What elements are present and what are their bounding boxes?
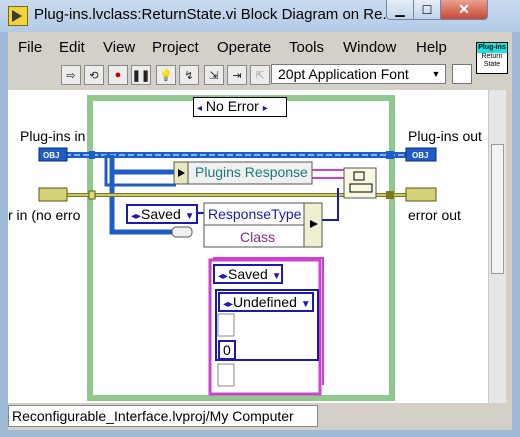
plugins-response-label: Plugins Response	[195, 164, 308, 180]
step-out-icon[interactable]: ⇱	[250, 65, 270, 85]
menu-edit[interactable]: Edit	[59, 39, 85, 56]
pause-icon[interactable]: ❚❚	[131, 65, 151, 85]
window-title: Plug-ins.lvclass:ReturnState.vi Block Di…	[34, 6, 395, 23]
close-button[interactable]: ✕	[440, 0, 488, 20]
error-in-label: r in (no erro	[8, 207, 81, 223]
undefined-enum-constant[interactable]: ◂▸Undefined ▼	[218, 292, 314, 312]
align-objects-icon[interactable]	[452, 64, 472, 84]
class-constant-node[interactable]	[171, 226, 193, 238]
plugins-out-label: Plug-ins out	[408, 128, 482, 144]
abort-icon[interactable]: ●	[108, 65, 128, 85]
enum-arrows-icon: ◂▸	[218, 271, 229, 282]
plugins-in-label: Plug-ins in	[20, 128, 86, 144]
font-select[interactable]: 20pt Application Font	[271, 64, 446, 84]
inner-case-selector[interactable]: ◂▸Saved ▼	[213, 264, 283, 284]
maximize-button[interactable]: ☐	[413, 0, 441, 20]
svg-text:OBJ: OBJ	[43, 151, 59, 160]
menu-bar: File Edit View Project Operate Tools Win…	[8, 33, 470, 59]
chevron-down-icon: ▼	[300, 299, 311, 310]
numeric-constant[interactable]: 0	[218, 340, 236, 360]
highlight-execution-icon[interactable]: 💡	[156, 65, 176, 85]
svg-text:OBJ: OBJ	[412, 151, 428, 160]
step-into-icon[interactable]: ⇲	[204, 65, 224, 85]
menu-tools[interactable]: Tools	[289, 39, 324, 56]
menu-help[interactable]: Help	[416, 39, 447, 56]
labview-app-icon	[8, 6, 28, 26]
run-continuously-icon[interactable]: ⟲	[84, 65, 104, 85]
menu-window[interactable]: Window	[343, 39, 396, 56]
case-selector[interactable]: ◂ No Error ▸	[193, 97, 287, 117]
selector-arrow-icon: ▸	[262, 103, 268, 114]
selector-arrow-icon: ◂	[197, 103, 203, 114]
block-diagram[interactable]: OBJ OBJ ◂ No Error ▸ Plug-ins in r in (n…	[8, 90, 488, 403]
vi-icon: Plug-ins Return State	[476, 42, 508, 74]
enum-arrows-icon: ◂▸	[131, 211, 142, 222]
error-out-label: error out	[408, 207, 461, 223]
minimize-button[interactable]: ▁	[386, 0, 414, 20]
saved-enum-constant[interactable]: ◂▸Saved ▼	[126, 204, 198, 224]
status-bar: Reconfigurable_Interface.lvproj/My Compu…	[8, 405, 318, 427]
scroll-thumb[interactable]	[491, 144, 504, 274]
vertical-scrollbar[interactable]	[488, 90, 506, 403]
enum-arrows-icon: ◂▸	[223, 299, 234, 310]
step-over-icon[interactable]: ⇥	[227, 65, 247, 85]
class-label: Class	[240, 229, 276, 245]
chevron-down-icon: ▼	[431, 69, 441, 79]
error-in-terminal[interactable]	[38, 187, 68, 202]
menu-view[interactable]: View	[103, 39, 135, 56]
error-out-terminal[interactable]	[405, 187, 437, 202]
menu-file[interactable]: File	[18, 39, 42, 56]
responsetype-label: ResponseType	[208, 206, 302, 222]
chevron-down-icon: ▼	[184, 211, 195, 222]
menu-project[interactable]: Project	[152, 39, 199, 56]
menu-operate[interactable]: Operate	[217, 39, 271, 56]
run-icon[interactable]: ⇨	[61, 65, 81, 85]
chevron-down-icon: ▼	[271, 271, 282, 282]
retain-wire-values-icon[interactable]: ↯	[179, 65, 199, 85]
